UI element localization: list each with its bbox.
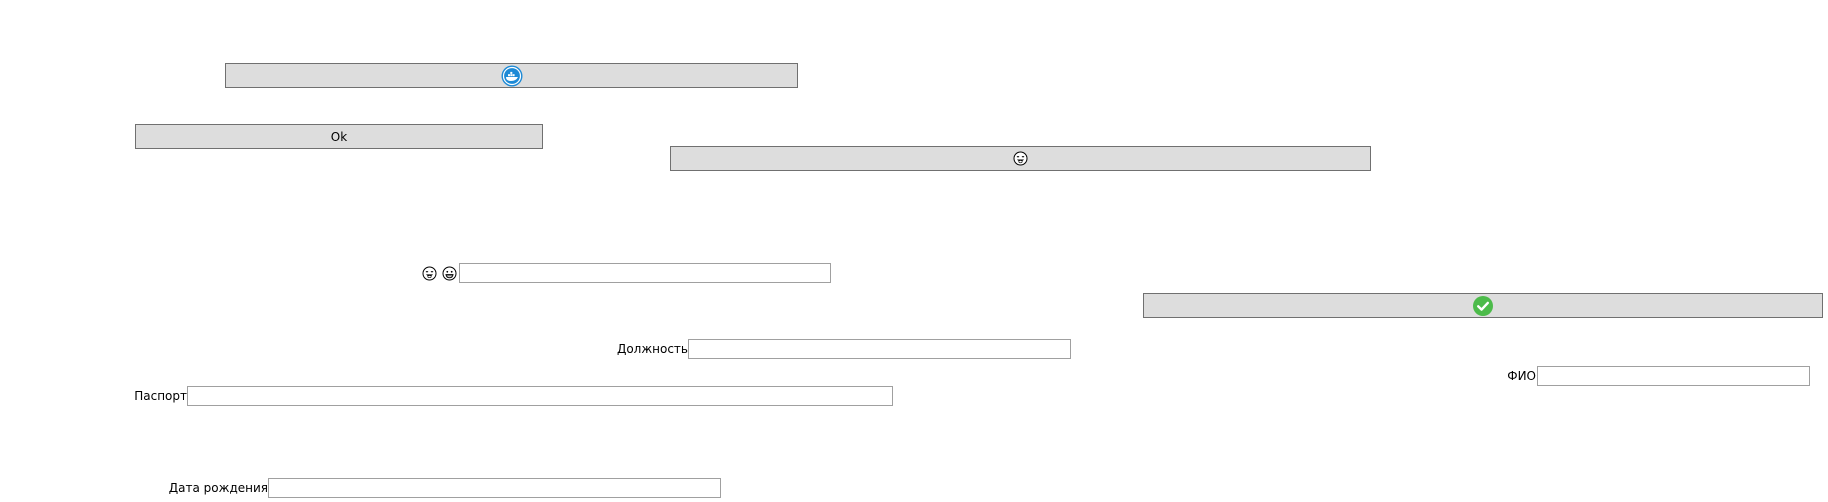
grinning-face-icon bbox=[422, 266, 437, 281]
docker-whale-icon bbox=[501, 65, 523, 87]
passport-label: Паспорт bbox=[134, 389, 187, 403]
checkmark-circle-icon bbox=[1473, 295, 1493, 316]
smiling-face-icon bbox=[442, 266, 457, 281]
position-label: Должность bbox=[616, 342, 688, 356]
docker-button[interactable] bbox=[225, 63, 798, 88]
ok-button-label: Ok bbox=[330, 129, 348, 144]
confirm-button[interactable] bbox=[1143, 293, 1823, 318]
fio-label: ФИО bbox=[1507, 369, 1536, 383]
position-input[interactable] bbox=[688, 339, 1071, 359]
emoji-button[interactable] bbox=[670, 146, 1371, 171]
smiley-tongue-icon bbox=[1013, 151, 1028, 166]
birth-date-input[interactable] bbox=[268, 478, 721, 498]
fio-input[interactable] bbox=[1537, 366, 1810, 386]
emoji-input[interactable] bbox=[459, 263, 831, 283]
birth-date-label: Дата рождения bbox=[168, 481, 268, 495]
ok-button[interactable]: Ok bbox=[135, 124, 543, 149]
passport-input[interactable] bbox=[187, 386, 893, 406]
